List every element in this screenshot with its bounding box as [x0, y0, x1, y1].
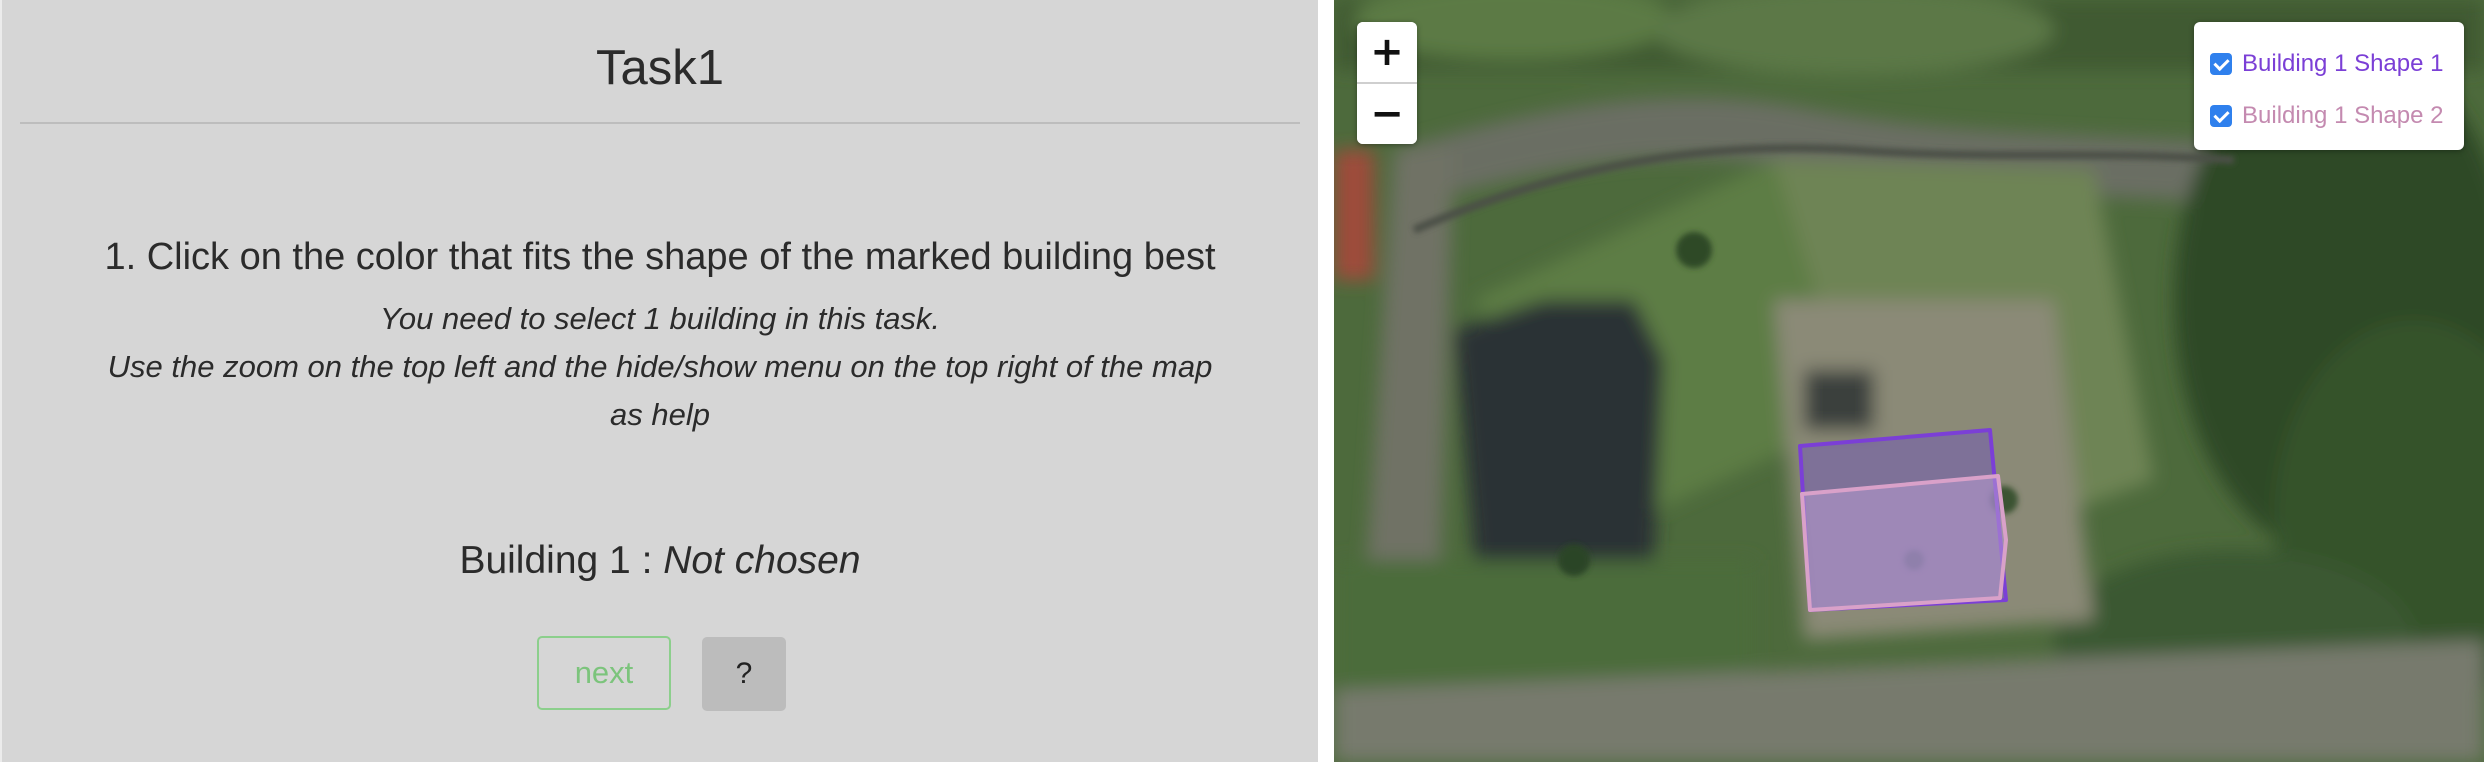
instructions: You need to select 1 building in this ta… [42, 295, 1278, 439]
task-panel: Task1 1. Click on the color that fits th… [0, 0, 1318, 762]
task-title: Task1 [595, 41, 724, 95]
layer-control: Building 1 Shape 1 Building 1 Shape 2 [2194, 22, 2464, 150]
instruction-line: as help [610, 397, 710, 432]
layer-toggle-shape-2[interactable]: Building 1 Shape 2 [2210, 90, 2464, 142]
instruction-line: You need to select 1 building in this ta… [379, 301, 941, 336]
instruction-line: Use the zoom on the top left and the hid… [107, 349, 1213, 384]
zoom-out-button[interactable]: − [1357, 84, 1417, 144]
question-text: 1. Click on the color that fits the shap… [104, 236, 1216, 278]
next-button[interactable]: next [537, 636, 671, 710]
panel-divider [1318, 0, 1334, 762]
layer-label[interactable]: Building 1 Shape 1 [2242, 50, 2444, 78]
building-status: Building 1 : Not chosen [2, 534, 1318, 588]
building-shape-2[interactable] [1800, 474, 2008, 612]
checkbox-icon[interactable] [2210, 105, 2232, 127]
layer-toggle-shape-1[interactable]: Building 1 Shape 1 [2210, 38, 2464, 90]
help-button[interactable]: ? [702, 637, 786, 711]
building-status-label: Building 1 : [459, 539, 653, 582]
map-view[interactable]: + − Building 1 Shape 1 Building 1 Shape … [1334, 0, 2484, 762]
zoom-control: + − [1357, 22, 1417, 144]
title-divider [20, 122, 1300, 124]
zoom-in-button[interactable]: + [1357, 22, 1417, 82]
layer-label[interactable]: Building 1 Shape 2 [2242, 102, 2444, 130]
building-status-value: Not chosen [663, 539, 861, 582]
app-root: Task1 1. Click on the color that fits th… [0, 0, 2484, 762]
checkbox-icon[interactable] [2210, 53, 2232, 75]
